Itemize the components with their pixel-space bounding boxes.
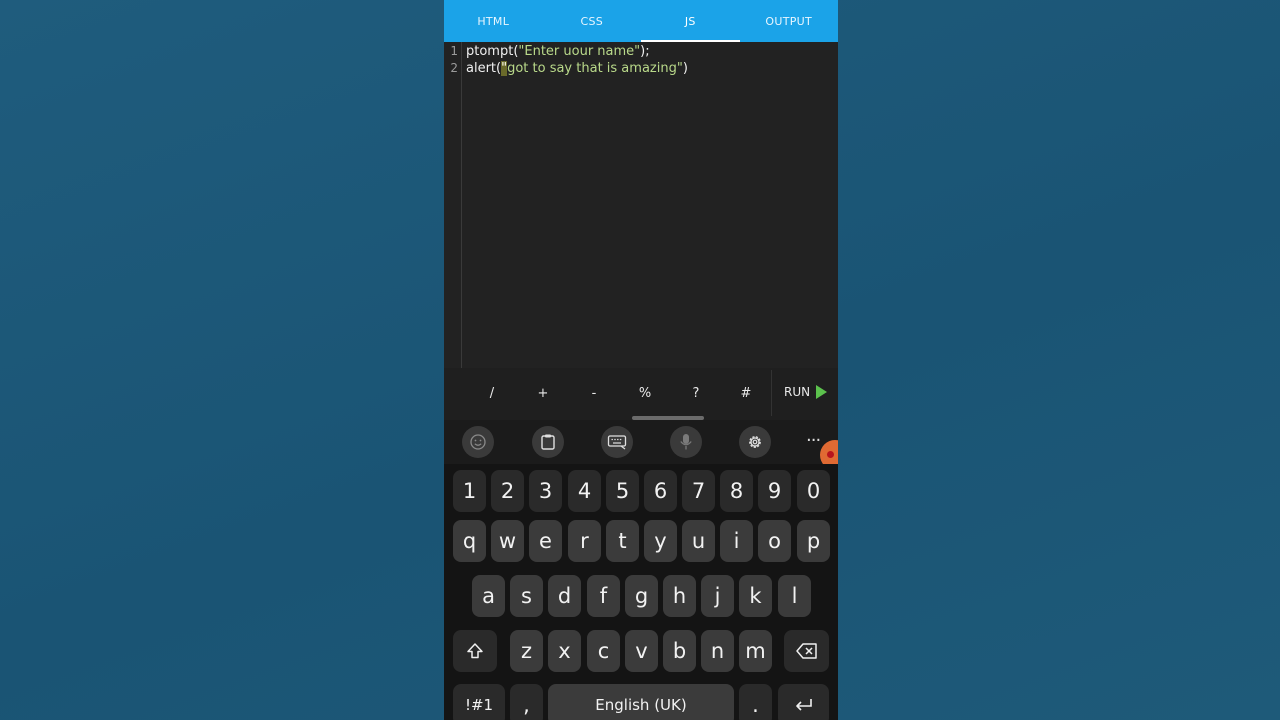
on-screen-keyboard: 1 2 3 4 5 6 7 8 9 0 q w e r t y u i o p … — [444, 464, 838, 720]
settings-gear-icon[interactable] — [739, 426, 771, 458]
key-v[interactable]: v — [625, 630, 658, 672]
key-x[interactable]: x — [548, 630, 581, 672]
key-t[interactable]: t — [606, 520, 639, 562]
tab-html[interactable]: HTML — [444, 0, 543, 42]
key-n[interactable]: n — [701, 630, 734, 672]
key-4[interactable]: 4 — [568, 470, 601, 512]
key-k[interactable]: k — [739, 575, 772, 617]
key-u[interactable]: u — [682, 520, 715, 562]
shift-key[interactable] — [453, 630, 497, 672]
key-f[interactable]: f — [587, 575, 620, 617]
keyboard-mode-icon[interactable] — [601, 426, 633, 458]
more-options-icon[interactable]: ··· — [806, 430, 821, 451]
key-l[interactable]: l — [778, 575, 811, 617]
play-icon — [816, 385, 828, 399]
editor-tabs: HTML CSS JS OUTPUT — [444, 0, 838, 42]
symbol-key-hash[interactable]: # — [731, 386, 761, 401]
space-key[interactable]: English (UK) — [548, 684, 734, 720]
key-0[interactable]: 0 — [797, 470, 830, 512]
key-6[interactable]: 6 — [644, 470, 677, 512]
phone-screen: HTML CSS JS OUTPUT 1 2 ptompt("Enter uou… — [444, 0, 838, 720]
key-7[interactable]: 7 — [682, 470, 715, 512]
key-g[interactable]: g — [625, 575, 658, 617]
microphone-icon[interactable] — [670, 426, 702, 458]
key-9[interactable]: 9 — [758, 470, 791, 512]
key-j[interactable]: j — [701, 575, 734, 617]
symbol-key-plus[interactable]: + — [528, 386, 558, 401]
code-text: ); — [640, 44, 650, 59]
key-q[interactable]: q — [453, 520, 486, 562]
symbol-key-slash[interactable]: / — [477, 386, 507, 401]
code-text: ) — [682, 61, 688, 76]
key-comma[interactable]: , — [510, 684, 543, 720]
shift-arrow-icon — [467, 643, 483, 659]
code-text: alert( — [466, 61, 502, 76]
key-z[interactable]: z — [510, 630, 543, 672]
tab-js[interactable]: JS — [641, 0, 740, 42]
backspace-icon — [795, 643, 817, 659]
run-label: RUN — [784, 385, 811, 399]
key-p[interactable]: p — [797, 520, 830, 562]
line-number: 2 — [450, 61, 458, 75]
code-line-1[interactable]: ptompt("Enter uour name"); — [466, 43, 650, 60]
line-number-gutter: 1 2 — [444, 42, 462, 368]
key-a[interactable]: a — [472, 575, 505, 617]
divider — [771, 370, 772, 416]
keyboard-toolbar: ··· — [444, 420, 838, 470]
line-number: 1 — [450, 44, 458, 58]
key-r[interactable]: r — [568, 520, 601, 562]
enter-icon — [795, 699, 812, 711]
code-text: ptompt( — [466, 44, 519, 59]
symbol-bar: / + - % ? # RUN — [444, 368, 838, 420]
backspace-key[interactable] — [784, 630, 829, 672]
key-1[interactable]: 1 — [453, 470, 486, 512]
tab-css[interactable]: CSS — [543, 0, 642, 42]
clipboard-icon[interactable] — [532, 426, 564, 458]
symbol-key-minus[interactable]: - — [579, 386, 609, 401]
key-m[interactable]: m — [739, 630, 772, 672]
key-b[interactable]: b — [663, 630, 696, 672]
key-3[interactable]: 3 — [529, 470, 562, 512]
emoji-icon[interactable] — [462, 426, 494, 458]
key-h[interactable]: h — [663, 575, 696, 617]
key-w[interactable]: w — [491, 520, 524, 562]
code-line-2[interactable]: alert("got to say that is amazing") — [466, 60, 688, 77]
key-8[interactable]: 8 — [720, 470, 753, 512]
code-editor[interactable]: 1 2 ptompt("Enter uour name"); alert("go… — [444, 42, 838, 368]
run-button[interactable]: RUN — [784, 385, 828, 399]
symbols-key[interactable]: !#1 — [453, 684, 505, 720]
symbol-key-percent[interactable]: % — [630, 386, 660, 401]
enter-key[interactable] — [778, 684, 829, 720]
key-y[interactable]: y — [644, 520, 677, 562]
key-5[interactable]: 5 — [606, 470, 639, 512]
key-s[interactable]: s — [510, 575, 543, 617]
key-period[interactable]: . — [739, 684, 772, 720]
key-o[interactable]: o — [758, 520, 791, 562]
symbol-key-question[interactable]: ? — [681, 386, 711, 401]
tab-output[interactable]: OUTPUT — [740, 0, 839, 42]
key-e[interactable]: e — [529, 520, 562, 562]
key-d[interactable]: d — [548, 575, 581, 617]
code-string: got to say that is amazing" — [507, 61, 683, 76]
key-i[interactable]: i — [720, 520, 753, 562]
code-string: "Enter uour name" — [518, 44, 641, 59]
key-c[interactable]: c — [587, 630, 620, 672]
key-2[interactable]: 2 — [491, 470, 524, 512]
